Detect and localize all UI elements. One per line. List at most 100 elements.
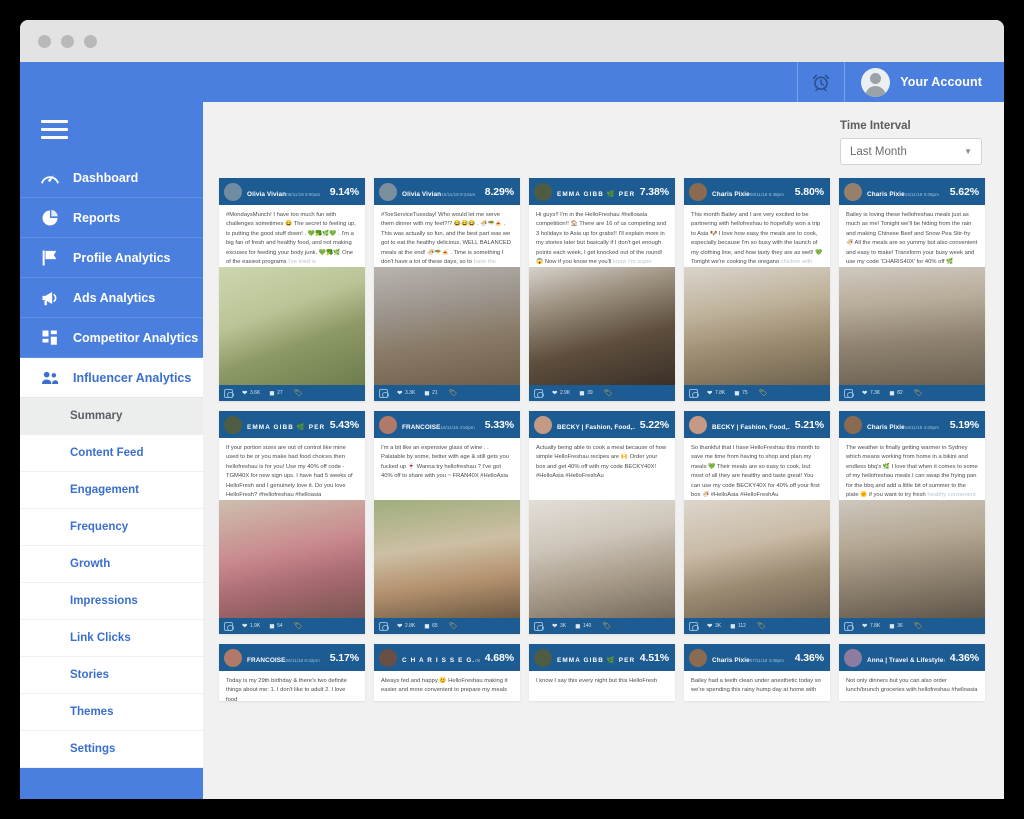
card-author-name: Olivia Vivian [402,191,441,198]
tag-icon: 🏷 [914,389,923,397]
content-card[interactable]: Charis Pixie07/11/18 4:08pm4.36%Bailey h… [684,644,830,701]
card-avatar [224,416,242,434]
sidebar-subitem-stories[interactable]: Stories [20,657,203,694]
comment-icon: ◼ [579,389,584,397]
card-photo[interactable] [219,267,365,385]
content-card[interactable]: Charis Pixie15/11/18 5:08pm5.62%Bailey i… [839,178,985,401]
content-card[interactable]: Anna | Travel & Lifestyle13/11/18 12:11a… [839,644,985,701]
instagram-icon [224,622,233,631]
card-header: EMMA GIBB 🌿 PERTH05/11/18 1:00pm5.43% [219,411,365,438]
time-interval-select[interactable]: Last Month ▼ [840,138,982,165]
card-photo[interactable] [839,500,985,618]
sidebar-item-dashboard[interactable]: Dashboard [20,158,203,198]
instagram-icon [689,389,698,398]
card-author: Charis Pixie07/11/18 4:08pm [712,650,790,666]
card-avatar [689,183,707,201]
card-photo[interactable] [529,500,675,618]
content-card[interactable]: C H A R I S S E G.06/11/18 12:01pm4.68%A… [374,644,520,701]
card-comments-count: 112 [738,623,746,629]
comment-icon: ◼ [269,622,274,630]
card-likes-count: 7.8K [715,390,725,396]
card-caption: Hi guys!! I'm in the HelloFreshau #hello… [529,205,675,267]
account-label: Your Account [900,75,982,89]
account-menu[interactable]: Your Account [845,62,1004,102]
card-engagement-rate: 5.19% [950,419,979,431]
sidebar-item-influencer-analytics[interactable]: Influencer Analytics [20,358,203,398]
sidebar-subitem-growth[interactable]: Growth [20,546,203,583]
card-avatar [379,416,397,434]
window-minimize-dot[interactable] [61,35,74,48]
sidebar-subitem-frequency[interactable]: Frequency [20,509,203,546]
content-card[interactable]: FRANCOISE06/11/18 6:42pm5.17%Today is my… [219,644,365,701]
card-photo[interactable] [219,500,365,618]
time-interval-filter: Time Interval Last Month ▼ [840,120,982,165]
content-card[interactable]: FRANCOISE16/11/18 4:52pm5.33%I'm a bit l… [374,411,520,634]
content-card[interactable]: Olivia Vivian15/11/18 9:24am8.29%#ToeSer… [374,178,520,401]
avatar [861,68,890,97]
card-comments-count: 27 [277,390,283,396]
card-timestamp: 15/11/18 5:08pm [905,192,939,197]
card-author: Charis Pixie16/11/18 4:00pm [867,417,945,433]
content-card[interactable]: EMMA GIBB 🌿 PERTH05/11/18 1:00pm5.43% If … [219,411,365,634]
sidebar-subitem-link-clicks[interactable]: Link Clicks [20,620,203,657]
card-likes-count: 1.9K [250,623,260,629]
sidebar-subitem-settings[interactable]: Settings [20,731,203,768]
card-caption-text: Always fed and happy 😊 HelloFreshau maki… [381,678,507,693]
sidebar-item-reports[interactable]: Reports [20,198,203,238]
window-close-dot[interactable] [38,35,51,48]
sidebar-item-competitor-analytics[interactable]: Competitor Analytics [20,318,203,358]
card-avatar [844,183,862,201]
card-photo[interactable] [684,500,830,618]
card-author-name: EMMA GIBB 🌿 PERTH [557,191,635,198]
sidebar-item-ads-analytics[interactable]: Ads Analytics [20,278,203,318]
card-author: BECKY | Fashion, Food,...14/11/18 11:02p… [557,417,635,433]
card-caption-text: I'm a bit like an expensive glass of win… [381,445,509,479]
content-card[interactable]: EMMA GIBB 🌿 PERTH08/11/18 11:09am7.38%Hi… [529,178,675,401]
card-author-name: FRANCOISE [402,424,441,431]
card-author: Olivia Vivian15/11/18 9:24am [402,184,480,200]
card-comments: ◼36 [889,622,902,630]
card-photo[interactable] [839,267,985,385]
card-comments: ◼65 [424,622,437,630]
content-card[interactable]: BECKY | Fashion, Food,...14/11/18 11:02p… [529,411,675,634]
content-card[interactable]: Charis Pixie16/11/18 4:00pm5.19%The weat… [839,411,985,634]
card-author: EMMA GIBB 🌿 PERTH08/11/18 11:09am [557,184,635,200]
card-author-name: EMMA GIBB 🌿 PERTH [557,657,635,664]
sidebar-item-label: Ads Analytics [73,291,155,305]
sidebar-subnav: SummaryContent FeedEngagementFrequencyGr… [20,398,203,768]
alarm-button[interactable] [798,62,844,102]
sidebar-subitem-content-feed[interactable]: Content Feed [20,435,203,472]
hamburger-menu-icon[interactable] [20,102,203,158]
card-footer: ❤2.8K◼65🏷 [374,618,520,634]
content-card[interactable]: Charis Pixie08/11/18 6:48pm5.80%This mon… [684,178,830,401]
card-header: Anna | Travel & Lifestyle13/11/18 12:11a… [839,644,985,671]
card-photo[interactable] [684,267,830,385]
card-comments-count: 36 [897,623,903,629]
sidebar-subitem-summary[interactable]: Summary [20,398,203,435]
app-window: Your Account DashboardReportsProfile Ana… [20,20,1004,799]
pie-chart-icon [40,208,60,228]
card-comments: ◼75 [734,389,747,397]
content-card[interactable]: Olivia Vivian05/11/18 9:00am9.14%#Monday… [219,178,365,401]
sidebar-item-profile-analytics[interactable]: Profile Analytics [20,238,203,278]
window-maximize-dot[interactable] [84,35,97,48]
card-photo[interactable] [529,267,675,385]
card-author: Olivia Vivian05/11/18 9:00am [247,184,325,200]
sidebar-item-label: Competitor Analytics [73,331,198,345]
card-footer: ❤7.8K◼36🏷 [839,618,985,634]
card-likes-count: 7.8K [870,623,880,629]
content-card[interactable]: BECKY | Fashion, Food,...05/11/18 9:08pm… [684,411,830,634]
instagram-icon [534,389,543,398]
card-photo[interactable] [374,500,520,618]
card-timestamp: 16/11/18 4:52pm [441,425,475,430]
sidebar-subitem-themes[interactable]: Themes [20,694,203,731]
sidebar-subitem-impressions[interactable]: Impressions [20,583,203,620]
card-caption: I know I say this every night but this H… [529,671,675,701]
sidebar-subitem-engagement[interactable]: Engagement [20,472,203,509]
card-caption-text: If your portion sizes are out of control… [226,445,353,498]
card-caption: This month Bailey and I are very excited… [684,205,830,267]
card-photo[interactable] [374,267,520,385]
grid-blocks-icon [40,328,60,348]
content-card[interactable]: EMMA GIBB 🌿 PERTH09/11/18 11:04pm4.51%I … [529,644,675,701]
card-caption-truncated: know I'm super [613,259,652,265]
